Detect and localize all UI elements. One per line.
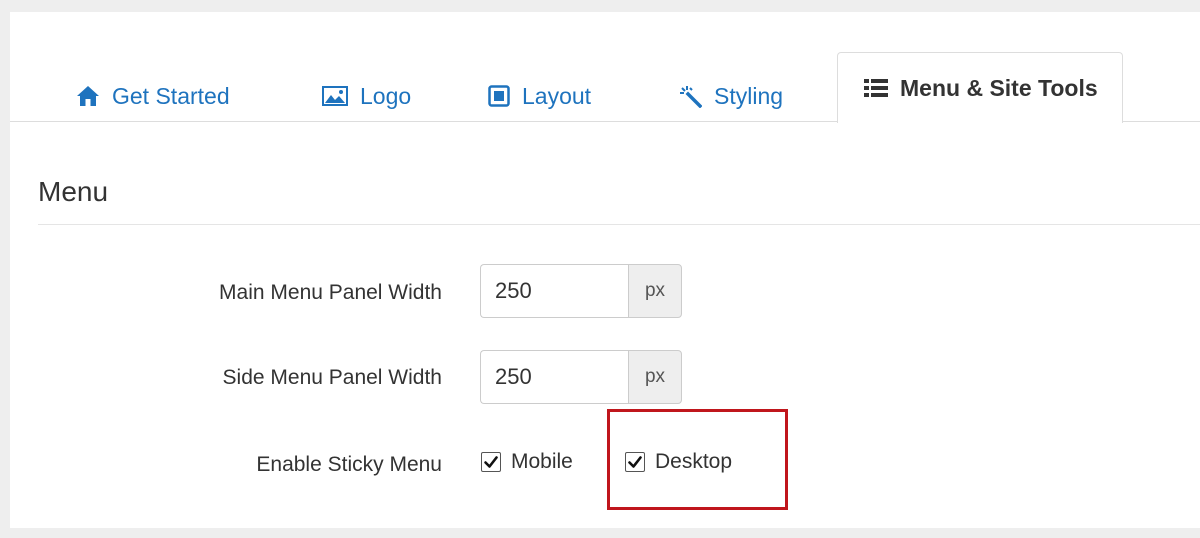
main-menu-width-input[interactable]: [480, 264, 628, 318]
tab-styling[interactable]: Styling: [678, 70, 783, 122]
highlight-annotation-box: [607, 409, 788, 510]
tab-bar: Get Started Logo Layout Styling Menu & S…: [10, 12, 1200, 123]
section-divider: [38, 224, 1200, 225]
unit-addon: px: [628, 264, 682, 318]
tab-logo[interactable]: Logo: [322, 70, 411, 122]
checkbox-checked[interactable]: [481, 452, 501, 472]
checkbox-label: Mobile: [511, 450, 573, 473]
list-icon: [864, 78, 888, 98]
tab-layout[interactable]: Layout: [488, 70, 591, 122]
tab-menu-site-tools[interactable]: Menu & Site Tools: [837, 52, 1123, 123]
settings-panel: Get Started Logo Layout Styling Menu & S…: [10, 12, 1200, 528]
image-icon: [322, 86, 348, 106]
section-title: Menu: [38, 176, 109, 207]
magic-wand-icon: [678, 84, 702, 108]
layout-icon: [488, 85, 510, 107]
tab-label: Get Started: [112, 82, 230, 109]
tab-label: Layout: [522, 82, 592, 109]
tab-get-started[interactable]: Get Started: [76, 70, 230, 122]
sticky-menu-label: Enable Sticky Menu: [256, 453, 442, 476]
tab-label: Logo: [360, 82, 412, 109]
tab-label: Menu & Site Tools: [900, 74, 1098, 101]
home-icon: [76, 85, 100, 107]
sticky-mobile-checkbox[interactable]: Mobile: [481, 450, 573, 474]
tab-label: Styling: [714, 82, 784, 109]
side-menu-width-group: px: [480, 350, 682, 404]
side-menu-width-input[interactable]: [480, 350, 628, 404]
side-menu-width-label: Side Menu Panel Width: [222, 366, 442, 389]
unit-addon: px: [628, 350, 682, 404]
main-menu-width-group: px: [480, 264, 682, 318]
main-menu-width-label: Main Menu Panel Width: [219, 281, 442, 304]
